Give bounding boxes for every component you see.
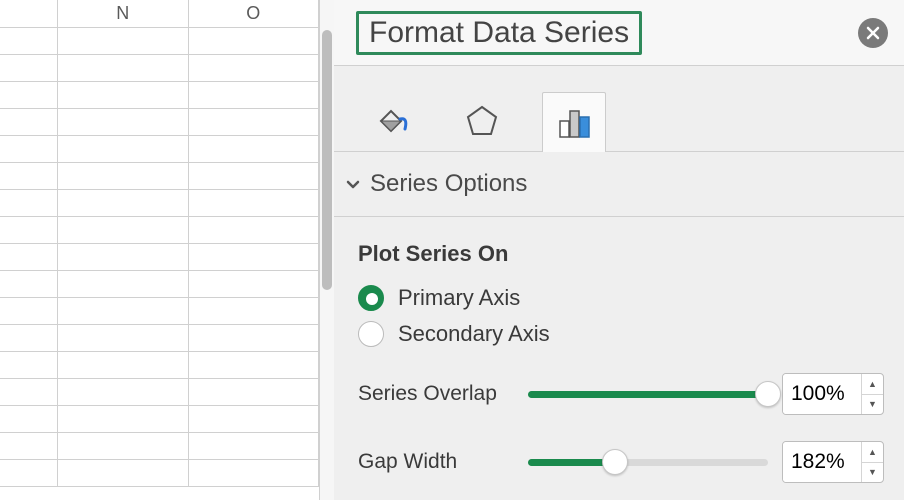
- cell[interactable]: [189, 352, 320, 378]
- grid-rows: [0, 28, 319, 500]
- cell[interactable]: [58, 433, 189, 459]
- radio-primary-input[interactable]: [358, 285, 384, 311]
- series-overlap-input[interactable]: [783, 374, 861, 414]
- column-header-row: N O: [0, 0, 319, 28]
- cell[interactable]: [58, 190, 189, 216]
- tab-effects[interactable]: [450, 91, 514, 151]
- bar-chart-icon: [554, 103, 594, 143]
- cell[interactable]: [58, 55, 189, 81]
- cell[interactable]: [189, 217, 320, 243]
- series-options-body: Plot Series On Primary Axis Secondary Ax…: [334, 217, 904, 483]
- series-options-section-toggle[interactable]: Series Options: [334, 152, 904, 217]
- cell[interactable]: [58, 28, 189, 54]
- slider-thumb[interactable]: [602, 449, 628, 475]
- spreadsheet-grid: N O: [0, 0, 320, 500]
- radio-secondary-input[interactable]: [358, 321, 384, 347]
- gap-width-slider[interactable]: [528, 448, 768, 476]
- series-overlap-spinner: ▲ ▼: [782, 373, 884, 415]
- cell[interactable]: [189, 163, 320, 189]
- radio-secondary-axis[interactable]: Secondary Axis: [358, 321, 884, 347]
- series-overlap-row: Series Overlap ▲ ▼: [358, 373, 884, 415]
- gap-width-label: Gap Width: [358, 450, 514, 474]
- cell[interactable]: [58, 352, 189, 378]
- chevron-down-icon: [344, 175, 362, 193]
- cell[interactable]: [58, 460, 189, 486]
- series-overlap-slider[interactable]: [528, 380, 768, 408]
- column-header-o[interactable]: O: [189, 0, 320, 27]
- cell[interactable]: [58, 298, 189, 324]
- cell[interactable]: [189, 82, 320, 108]
- pentagon-icon: [463, 102, 501, 140]
- radio-secondary-label: Secondary Axis: [398, 321, 550, 347]
- radio-primary-label: Primary Axis: [398, 285, 520, 311]
- cell[interactable]: [58, 325, 189, 351]
- gap-step-up[interactable]: ▲: [862, 442, 883, 463]
- format-data-series-panel: Format Data Series: [334, 0, 904, 500]
- cell[interactable]: [189, 55, 320, 81]
- cell[interactable]: [58, 271, 189, 297]
- gap-width-input[interactable]: [783, 442, 861, 482]
- section-title: Series Options: [370, 170, 527, 198]
- panel-header: Format Data Series: [334, 0, 904, 66]
- cell[interactable]: [189, 379, 320, 405]
- cell[interactable]: [189, 298, 320, 324]
- series-overlap-label: Series Overlap: [358, 382, 514, 406]
- cell[interactable]: [189, 406, 320, 432]
- cell[interactable]: [189, 190, 320, 216]
- tab-fill-line[interactable]: [358, 91, 422, 151]
- cell[interactable]: [58, 163, 189, 189]
- vertical-scrollbar[interactable]: [320, 0, 334, 500]
- cell[interactable]: [189, 28, 320, 54]
- row-header-gutter: [0, 0, 58, 27]
- cell[interactable]: [58, 109, 189, 135]
- slider-thumb[interactable]: [755, 381, 781, 407]
- radio-primary-axis[interactable]: Primary Axis: [358, 285, 884, 311]
- overlap-step-up[interactable]: ▲: [862, 374, 883, 395]
- cell[interactable]: [189, 271, 320, 297]
- cell[interactable]: [58, 136, 189, 162]
- tab-series-options[interactable]: [542, 92, 606, 152]
- column-header-n[interactable]: N: [58, 0, 189, 27]
- plot-series-on-label: Plot Series On: [358, 241, 884, 267]
- cell[interactable]: [189, 460, 320, 486]
- cell[interactable]: [58, 217, 189, 243]
- cell[interactable]: [58, 379, 189, 405]
- cell[interactable]: [58, 82, 189, 108]
- panel-tabs: [334, 66, 904, 152]
- cell[interactable]: [189, 325, 320, 351]
- cell[interactable]: [189, 109, 320, 135]
- cell[interactable]: [58, 406, 189, 432]
- close-panel-button[interactable]: [858, 18, 888, 48]
- paint-bucket-icon: [370, 101, 410, 141]
- gap-width-spinner: ▲ ▼: [782, 441, 884, 483]
- cell[interactable]: [189, 433, 320, 459]
- scroll-thumb[interactable]: [322, 30, 332, 290]
- overlap-step-down[interactable]: ▼: [862, 395, 883, 415]
- cell[interactable]: [189, 136, 320, 162]
- close-icon: [866, 26, 880, 40]
- gap-step-down[interactable]: ▼: [862, 463, 883, 483]
- gap-width-row: Gap Width ▲ ▼: [358, 441, 884, 483]
- cell[interactable]: [58, 244, 189, 270]
- cell[interactable]: [189, 244, 320, 270]
- panel-title: Format Data Series: [356, 11, 642, 55]
